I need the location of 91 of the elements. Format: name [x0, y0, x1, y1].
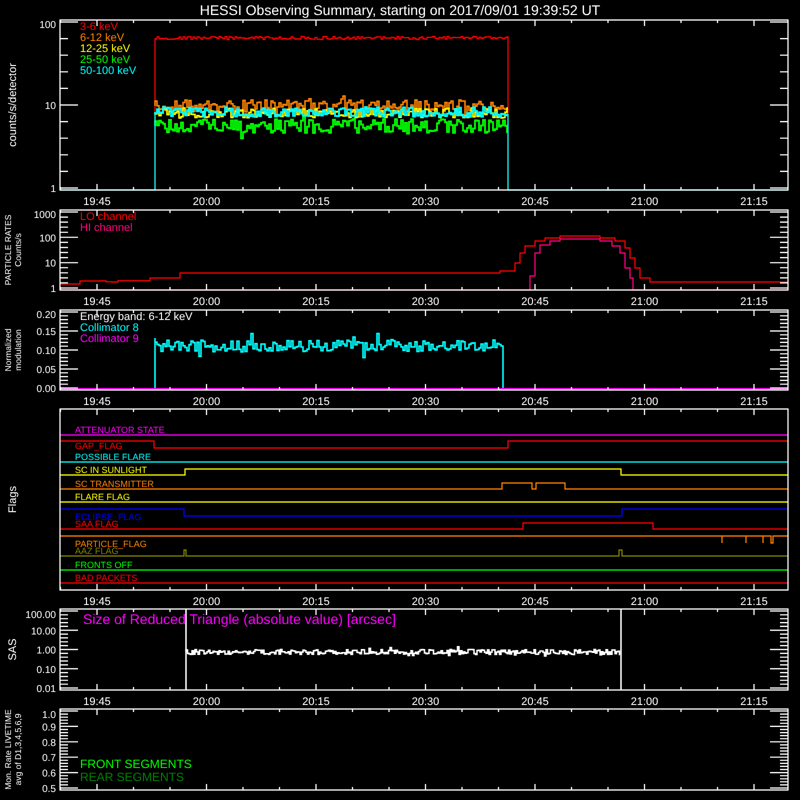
legend-label: BAD PACKETS: [75, 573, 138, 583]
legend-label: Size of Reduced Triangle (absolute value) [arcsec]: [83, 611, 396, 627]
tick-label: 20:15: [302, 396, 330, 408]
tick-label: 10.00: [30, 626, 56, 638]
axis-title: SAS: [7, 638, 19, 660]
tick-label: 21:15: [740, 196, 768, 208]
tick-label: 20:00: [192, 196, 220, 208]
tick-label: 0.9: [42, 722, 56, 734]
tick-label: 19:45: [83, 196, 111, 208]
tick-label: 0.15: [36, 327, 56, 338]
tick-label: 1: [50, 284, 56, 295]
legend-label: FRONT SEGMENTS: [80, 757, 192, 771]
legend-label: FRONTS OFF: [75, 560, 132, 570]
legend-label: Collimator 8: [80, 322, 139, 334]
tick-label: 1.00: [36, 646, 56, 656]
tick-label: 20:15: [302, 196, 330, 208]
tick-label: 0.00: [36, 384, 56, 395]
tick-label: 0.10: [36, 346, 56, 357]
tick-label: 20:30: [412, 196, 440, 208]
tick-label: 21:00: [630, 396, 658, 408]
tick-label: 1.0: [42, 710, 56, 721]
tick-label: 20:00: [192, 396, 220, 408]
legend-label: ECLIPSE_FLAG: [75, 512, 142, 522]
legend-label: FLARE FLAG: [75, 492, 130, 502]
tick-label: 1: [50, 184, 56, 195]
tick-label: 0.05: [36, 365, 56, 376]
tick-label: 0.10: [36, 664, 56, 676]
legend-label: SAA FLAG: [75, 519, 119, 529]
axis-title: Counts/s: [13, 233, 23, 267]
tick-label: 20:00: [192, 696, 220, 708]
tick-label: 0.7: [42, 753, 56, 764]
tick-label: 100.00: [25, 610, 56, 621]
tick-label: 21:15: [740, 296, 768, 308]
tick-label: 20:00: [192, 596, 220, 608]
tick-label: 19:45: [83, 396, 111, 408]
tick-label: 20:30: [412, 296, 440, 308]
tick-label: 20:15: [302, 296, 330, 308]
legend-label: SC TRANSMITTER: [75, 479, 154, 489]
legend-label: SC IN SUNLIGHT: [75, 465, 148, 475]
chart-title: HESSI Observing Summary, starting on 2017/09/01 19:39:52 UT: [198, 1, 602, 18]
tick-label: 1000: [34, 210, 56, 221]
legend-label: 6-12 keV: [80, 32, 124, 44]
tick-label: 20:45: [521, 396, 549, 408]
axis-title: counts/s/detector: [7, 63, 19, 147]
tick-label: 20:15: [302, 696, 330, 708]
tick-label: 20:45: [521, 596, 549, 608]
tick-label: 100: [39, 233, 56, 244]
tick-label: 21:00: [630, 696, 658, 708]
tick-label: 21:15: [740, 396, 768, 408]
tick-label: 0.20: [36, 310, 56, 321]
tick-label: 100: [39, 20, 56, 31]
legend-label: HI channel: [80, 222, 133, 234]
tick-label: 20:00: [192, 296, 220, 308]
legend-label: LO channel: [80, 211, 136, 223]
tick-label: 19:45: [83, 696, 111, 708]
legend-label: POSSIBLE FLARE: [75, 452, 152, 462]
tick-label: 21:15: [740, 696, 768, 708]
legend-label: Collimator 9: [80, 333, 139, 345]
legend-label: ATTENUATOR STATE: [75, 425, 165, 435]
tick-label: 21:15: [740, 596, 768, 608]
tick-label: 20:45: [521, 696, 549, 708]
legend-label: GAP_FLAG: [75, 441, 123, 451]
tick-label: 20:30: [412, 696, 440, 708]
axis-title: Normalized: [3, 328, 13, 372]
tick-label: 20:30: [412, 596, 440, 608]
legend-label: 50-100 keV: [80, 65, 136, 77]
legend-label: Energy band: 6-12 keV: [80, 311, 193, 323]
tick-label: 20:15: [302, 596, 330, 608]
tick-label: 0.8: [42, 738, 56, 749]
tick-label: 0.6: [42, 768, 56, 780]
axis-title: PARTICLE RATES: [3, 214, 13, 286]
tick-label: 19:45: [83, 596, 111, 608]
legend-label: REAR SEGMENTS: [80, 770, 184, 784]
axis-title: modulation: [13, 329, 23, 371]
tick-label: 21:00: [630, 596, 658, 608]
axis-title: Mon. Rate LIVETIME: [3, 709, 13, 790]
tick-label: 10: [44, 258, 56, 270]
legend-label: 25-50 keV: [80, 54, 130, 66]
tick-label: 21:00: [630, 296, 658, 308]
tick-label: 21:00: [630, 196, 658, 208]
tick-label: 10: [44, 101, 56, 112]
axis-title: avg of D1,3,4,5,6,9: [13, 714, 23, 786]
tick-label: 19:45: [83, 296, 111, 308]
legend-label: 3-6 keV: [80, 21, 118, 33]
tick-label: 0.5: [42, 784, 56, 795]
axis-title: Flags: [7, 486, 19, 513]
tick-label: 20:45: [521, 296, 549, 308]
tick-label: 0.01: [36, 684, 56, 695]
tick-label: 20:45: [521, 196, 549, 208]
legend-label: 12-25 keV: [80, 43, 130, 55]
tick-label: 20:30: [412, 396, 440, 408]
